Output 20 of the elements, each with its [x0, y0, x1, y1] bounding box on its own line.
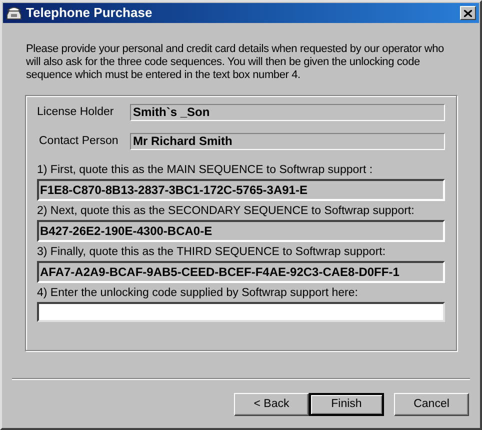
field-label: License Holder — [37, 105, 115, 120]
close-button[interactable] — [460, 6, 476, 20]
sequence-label: 2) Next, quote this as the SECONDARY SEQUENCE to Softwrap support: — [37, 204, 416, 218]
readonly-field: Smith`s _Son — [130, 104, 445, 122]
readonly-field: Mr Richard Smith — [130, 133, 445, 150]
sequence-field: B427-26E2-190E-4300-BCA0-E — [37, 220, 445, 242]
close-icon — [464, 10, 472, 16]
dialog-button[interactable]: < Back — [234, 393, 309, 416]
field-label: Contact Person — [38, 134, 120, 150]
sequence-label: 1) First, quote this as the MAIN SEQUENCE to Softwrap support : — [37, 162, 374, 176]
sequence-label: 3) Finally, quote this as the THIRD SEQUENCE to Softwrap support: — [37, 244, 387, 258]
unlock-code-field[interactable] — [37, 302, 445, 322]
dialog-button[interactable]: Cancel — [394, 393, 469, 416]
sequence-field: F1E8-C870-8B13-2837-3BC1-172C-5765-3A91-E — [37, 178, 445, 200]
sequence-label: 4) Enter the unlocking code supplied by Softwrap support here: — [37, 286, 359, 300]
instructions-text: Please provide your personal and credit card details when requested by our operator who will also ask for the three code sequences. You will then be given the unlocking code sequence which must be entered in the text box number 4. — [26, 43, 445, 82]
sequence-field: AFA7-A2A9-BCAF-9AB5-CEED-BCEF-F4AE-92C3-CAE8-D0FF-1 — [37, 260, 445, 282]
telephone-icon — [6, 6, 22, 20]
dialog-button[interactable]: Finish — [309, 393, 384, 416]
window-title: Telephone Purchase — [26, 4, 154, 22]
